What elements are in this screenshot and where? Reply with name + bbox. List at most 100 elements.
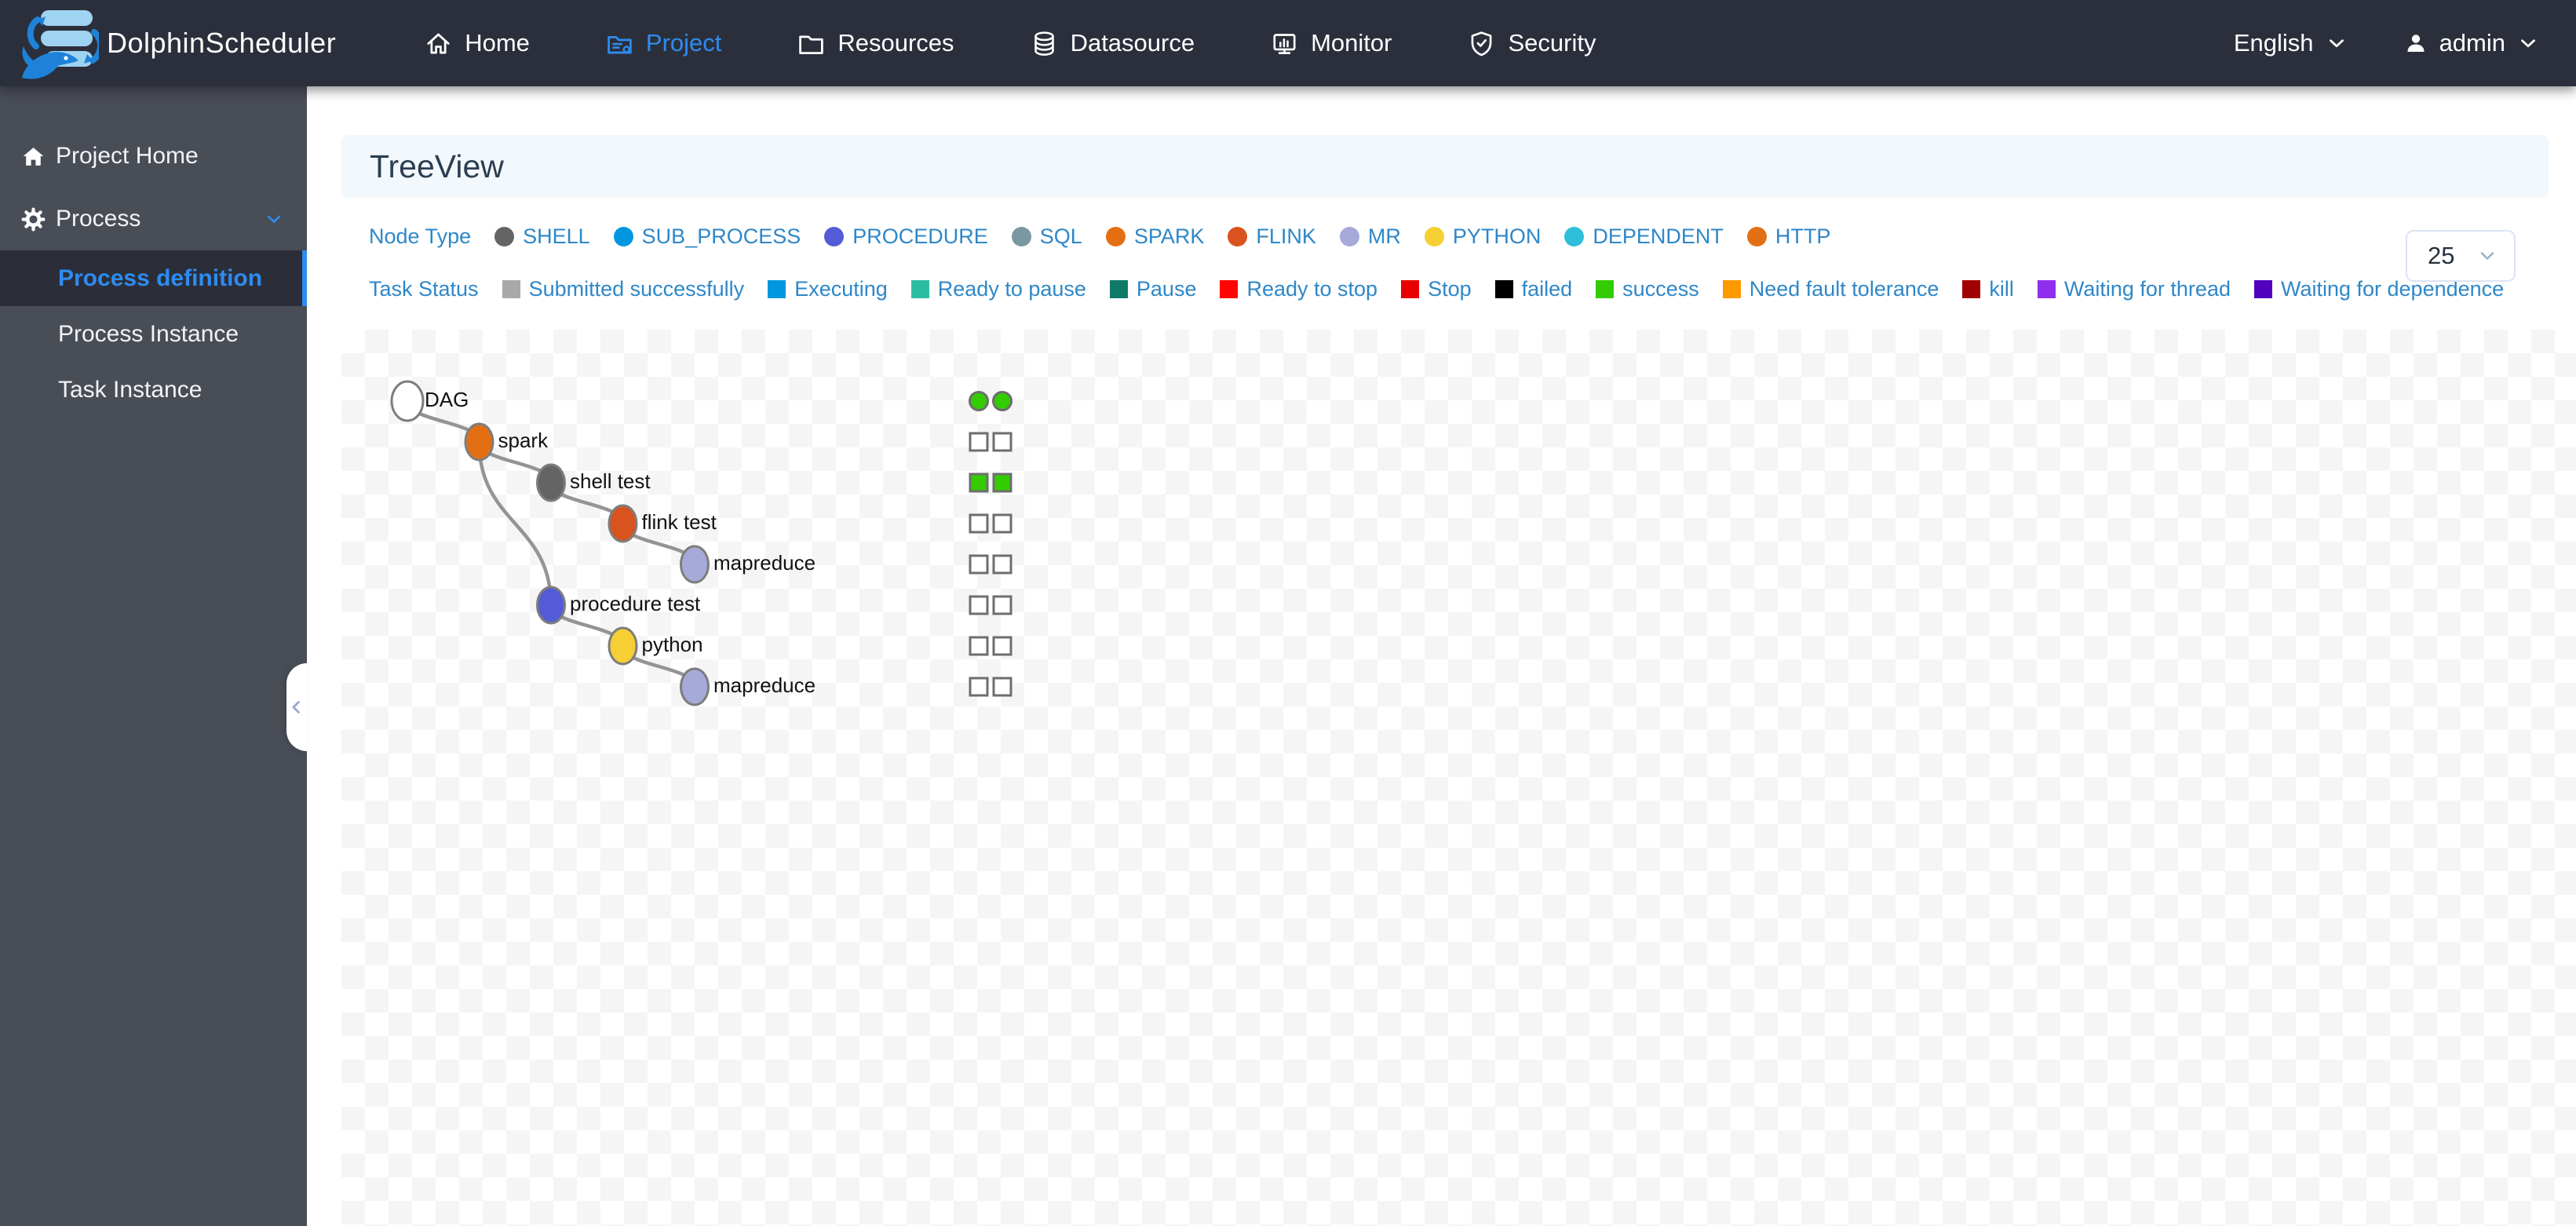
shield-icon	[1472, 31, 1492, 56]
tree-canvas: DAG spark shell test flink test mapreduce pro…	[341, 330, 2576, 1226]
language-selector[interactable]: English	[2234, 29, 2348, 57]
tree-node-label: flink test	[642, 510, 717, 534]
task-status-indicator	[992, 473, 1013, 493]
task-status-indicator	[992, 677, 1013, 697]
nav-item-label: Monitor	[1311, 29, 1392, 57]
legend-item-http: HTTP	[1746, 224, 1830, 249]
legend-swatch	[1596, 280, 1615, 298]
tree-node-flink-test[interactable]	[608, 504, 638, 543]
legend-swatch	[502, 280, 520, 298]
legend-item-need-fault-tolerance: Need fault tolerance	[1722, 277, 1939, 301]
legend-swatch	[824, 227, 845, 246]
nav-item-project[interactable]: Project	[605, 29, 721, 58]
legend-item-label: PYTHON	[1452, 224, 1542, 248]
legend-swatch	[1339, 227, 1359, 246]
task-status-indicator	[992, 432, 1013, 452]
task-status-indicator	[992, 636, 1013, 656]
legend-item-label: PROCEDURE	[852, 224, 988, 248]
legend-item-executing: Executing	[768, 277, 888, 301]
legend-item-label: SHELL	[523, 224, 590, 248]
sidebar-item-label: Project Home	[56, 143, 199, 169]
tree-node-dag[interactable]	[390, 380, 425, 422]
legend-item-spark: SPARK	[1105, 224, 1205, 249]
sidebar-item-process-instance[interactable]: Process Instance	[0, 306, 307, 362]
nav-item-home[interactable]: Home	[424, 29, 530, 58]
legend-item-pause: Pause	[1109, 277, 1196, 301]
nav-item-label: Resources	[837, 29, 954, 57]
sidebar-item-project-home[interactable]: Project Home	[0, 125, 307, 188]
legend-item-label: Stop	[1428, 277, 1472, 301]
legend-item-waiting-for-thread: Waiting for thread	[2037, 277, 2231, 301]
language-label: English	[2233, 29, 2314, 57]
main-nav: Home Project Resources Datasource Monitor Sec…	[424, 29, 1596, 58]
legend-swatch	[1401, 280, 1420, 298]
tree-node-spark[interactable]	[464, 422, 494, 462]
tree-node-procedure-test[interactable]	[536, 586, 566, 625]
legend-item-submitted-successfully: Submitted successfully	[502, 277, 745, 301]
legend-swatch	[1746, 227, 1767, 246]
task-status-indicator	[992, 391, 1013, 411]
user-icon	[2407, 35, 2425, 52]
sidebar-item-label: Process	[56, 206, 141, 232]
node-type-label: Node Type	[369, 224, 472, 248]
top-navbar: DolphinScheduler Home Project Resources Dat…	[0, 0, 2576, 86]
chevron-down-icon	[2521, 39, 2535, 48]
house-icon	[23, 147, 44, 166]
legend-item-label: Ready to pause	[937, 277, 1086, 301]
legend-item-label: SPARK	[1133, 224, 1205, 248]
tree-node-shell-test[interactable]	[536, 463, 566, 502]
legend-item-mr: MR	[1339, 224, 1401, 249]
tree-node-label: procedure test	[570, 592, 701, 615]
legend-swatch	[613, 227, 633, 246]
legend-item-label: Submitted successfully	[528, 277, 745, 301]
task-status-indicator	[969, 677, 989, 697]
legend-swatch	[1494, 280, 1513, 298]
task-status-indicator	[969, 595, 989, 615]
legend-swatch	[1564, 227, 1585, 246]
sidebar-item-process-definition[interactable]: Process definition	[0, 250, 307, 306]
tree-node-label: spark	[498, 429, 549, 452]
tree-node-mapreduce[interactable]	[680, 545, 710, 584]
sidebar-item-label: Task Instance	[58, 376, 203, 403]
nav-item-monitor[interactable]: Monitor	[1270, 29, 1392, 58]
legend-item-stop: Stop	[1401, 277, 1472, 301]
nav-item-label: Home	[465, 29, 530, 57]
legend-item-label: kill	[1989, 277, 2014, 301]
legend-item-label: SQL	[1039, 224, 1082, 248]
monitor-icon	[1273, 33, 1296, 54]
task-status-indicator	[992, 513, 1013, 534]
legend-item-label: Need fault tolerance	[1749, 277, 1939, 301]
legend-item-label: success	[1622, 277, 1699, 301]
legend-swatch	[1962, 280, 1981, 298]
tree-node-mapreduce[interactable]	[680, 667, 710, 706]
nav-item-security[interactable]: Security	[1467, 29, 1596, 58]
legend-item-label: Waiting for thread	[2063, 277, 2231, 301]
nav-item-label: Project	[645, 29, 722, 57]
tree-node-label: mapreduce	[713, 673, 815, 697]
nav-item-label: Security	[1508, 29, 1596, 57]
sidebar-item-task-instance[interactable]: Task Instance	[0, 362, 307, 418]
legend-swatch	[910, 280, 929, 298]
tree-node-label: DAG	[425, 388, 469, 411]
legend-swatch	[1424, 227, 1444, 246]
user-menu[interactable]: admin	[2403, 29, 2540, 57]
legend-item-label: FLINK	[1256, 224, 1316, 248]
nav-item-datasource[interactable]: Datasource	[1030, 29, 1195, 58]
sidebar-item-label: Process definition	[58, 265, 263, 291]
nav-item-resources[interactable]: Resources	[797, 29, 954, 58]
legend-swatch	[1220, 280, 1239, 298]
node-type-legend: Node Type SHELL SUB_PROCESS PROCEDURE SQL SP…	[369, 224, 1830, 249]
sidebar-item-process[interactable]: Process	[0, 188, 307, 250]
legend-item-procedure: PROCEDURE	[824, 224, 988, 249]
sidebar-collapse-handle[interactable]	[286, 663, 307, 751]
task-status-label: Task Status	[369, 277, 479, 301]
legend-swatch	[1228, 227, 1248, 246]
legend-swatch	[768, 280, 786, 298]
main-content: TreeView Node Type SHELL SUB_PROCESS PROCE…	[307, 86, 2576, 1226]
page-size-select[interactable]: 25	[2406, 230, 2516, 282]
legend-item-sql: SQL	[1011, 224, 1082, 249]
task-status-indicator	[969, 432, 989, 452]
tree-node-python[interactable]	[608, 626, 638, 666]
task-status-indicator	[969, 391, 989, 411]
chevron-down-icon	[2516, 31, 2540, 55]
